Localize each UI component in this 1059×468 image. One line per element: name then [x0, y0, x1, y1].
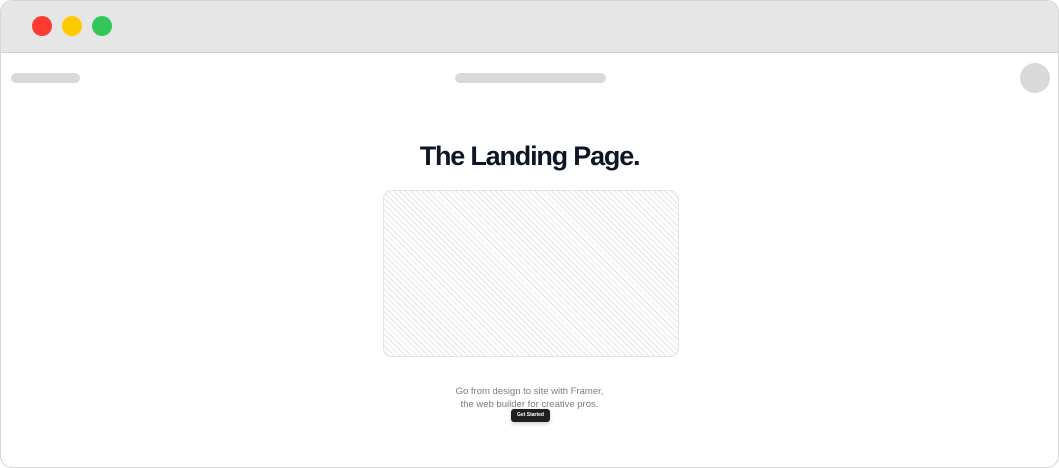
avatar[interactable] [1020, 63, 1050, 93]
browser-window: The Landing Page. Go from design to site… [0, 0, 1059, 468]
nav-links-placeholder[interactable] [455, 73, 606, 83]
window-titlebar [1, 1, 1058, 53]
hero-image-placeholder [383, 190, 679, 357]
hero-description: Go from design to site with Framer, the … [1, 385, 1058, 411]
get-started-button[interactable]: Get Started [511, 409, 550, 422]
zoom-window-button[interactable] [92, 16, 112, 36]
logo-placeholder[interactable] [11, 73, 80, 83]
page-title: The Landing Page. [419, 141, 641, 171]
close-window-button[interactable] [32, 16, 52, 36]
hero-description-line-1: Go from design to site with Framer, [455, 385, 604, 397]
minimize-window-button[interactable] [62, 16, 82, 36]
